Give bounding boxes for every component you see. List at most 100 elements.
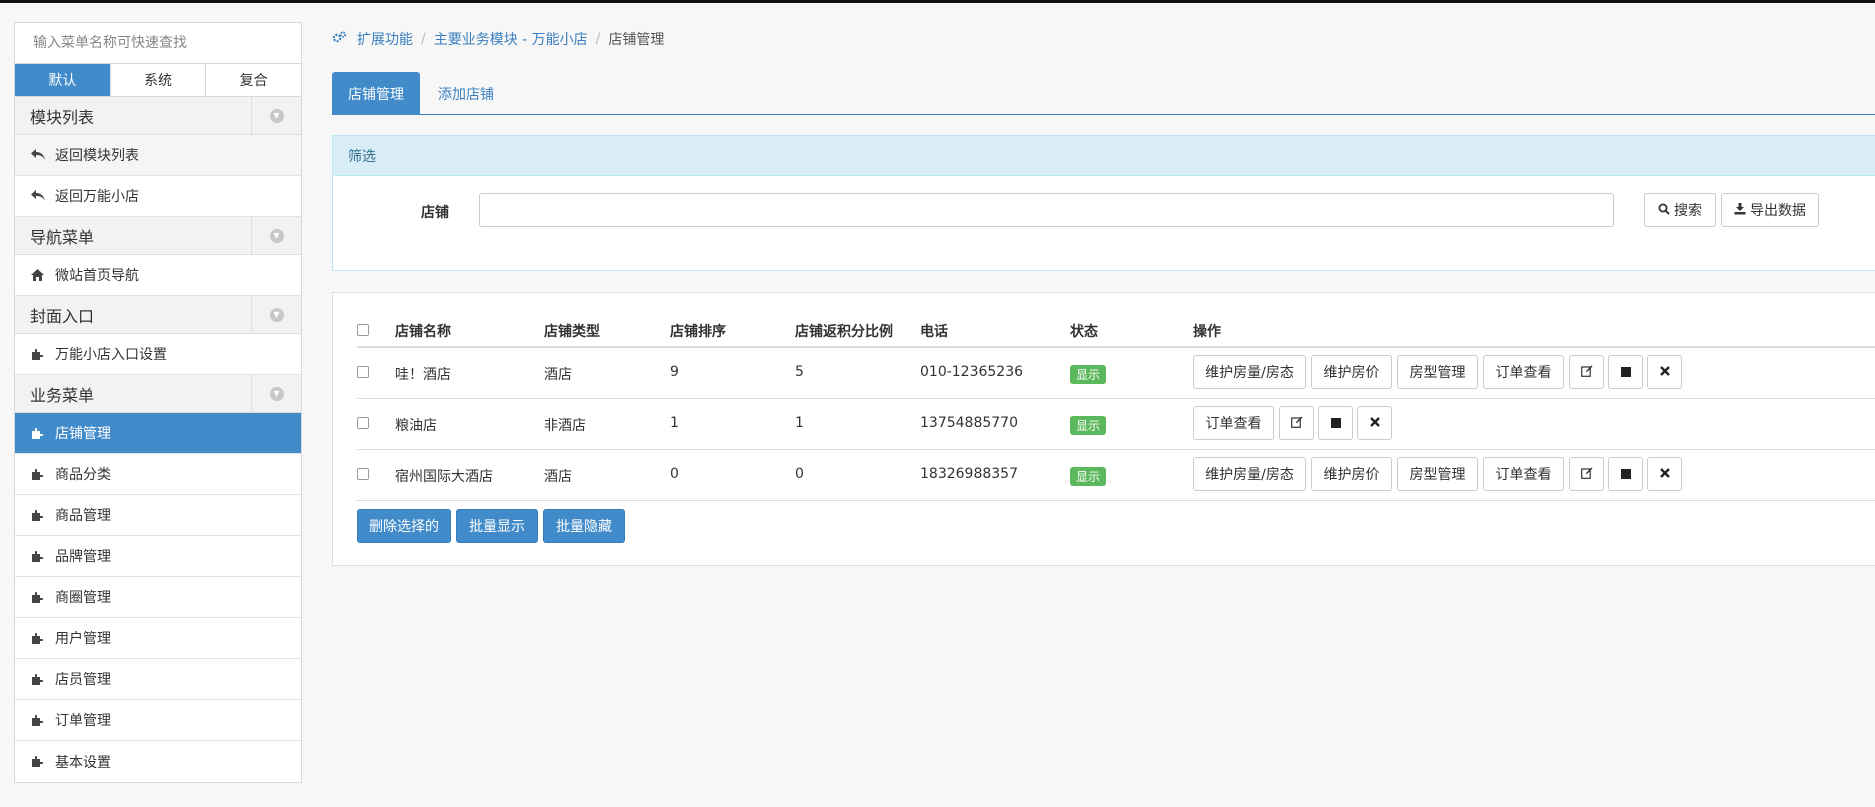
- column-header-phone: 电话: [920, 324, 948, 340]
- column-header-ratio: 店铺返积分比例: [795, 324, 893, 340]
- maintain-room-status-button[interactable]: 维护房量/房态: [1193, 457, 1306, 491]
- edit-icon: [1290, 416, 1303, 431]
- status-badge: 显示: [1070, 467, 1107, 486]
- sidebar-item-site-home-nav[interactable]: 微站首页导航: [15, 255, 301, 296]
- tab-shop-management[interactable]: 店铺管理: [332, 72, 420, 115]
- puzzle-icon: [31, 468, 55, 481]
- delete-button[interactable]: [1357, 406, 1392, 440]
- row-checkbox[interactable]: [357, 468, 369, 480]
- sidebar-item-label: 品牌管理: [55, 549, 111, 565]
- stop-icon: [1330, 418, 1341, 428]
- sidebar-item-label: 基本设置: [55, 754, 111, 771]
- breadcrumb-link-extensions[interactable]: 扩展功能: [357, 29, 413, 49]
- sidebar-item-label: 用户管理: [55, 631, 111, 647]
- breadcrumb-link-module[interactable]: 主要业务模块 - 万能小店: [434, 29, 588, 49]
- cell-shop-type: 酒店: [544, 367, 572, 383]
- chevron-down-icon: ▼: [269, 228, 284, 243]
- delete-button[interactable]: [1647, 457, 1682, 491]
- sidebar-item-shop-entry-settings[interactable]: 万能小店入口设置: [15, 334, 301, 375]
- column-header-name: 店铺名称: [395, 324, 451, 340]
- group-header-nav-menu[interactable]: 导航菜单 ▼: [15, 217, 301, 255]
- sidebar-item-back-shop[interactable]: 返回万能小店: [15, 176, 301, 217]
- sidebar-item-product-management[interactable]: 商品管理: [15, 495, 301, 536]
- group-toggle[interactable]: ▼: [251, 217, 301, 254]
- row-checkbox[interactable]: [357, 417, 369, 429]
- puzzle-icon: [31, 509, 55, 522]
- group-toggle[interactable]: ▼: [251, 375, 301, 412]
- maintain-room-price-button[interactable]: 维护房价: [1311, 457, 1392, 491]
- row-divider: [357, 398, 1875, 399]
- toggle-display-button[interactable]: [1608, 355, 1643, 389]
- row-checkbox[interactable]: [357, 366, 369, 378]
- group-header-business-menu[interactable]: 业务菜单 ▼: [15, 375, 301, 413]
- view-orders-button[interactable]: 订单查看: [1483, 355, 1564, 389]
- maintain-room-status-button[interactable]: 维护房量/房态: [1193, 355, 1306, 389]
- sidebar-item-clerk-management[interactable]: 店员管理: [15, 659, 301, 700]
- sidebar-item-district-management[interactable]: 商圈管理: [15, 577, 301, 618]
- sidebar-item-shop-management[interactable]: 店铺管理: [15, 413, 301, 454]
- chevron-down-icon: ▼: [269, 108, 284, 123]
- sidebar-item-label: 万能小店入口设置: [55, 347, 167, 363]
- delete-selected-button[interactable]: 删除选择的: [357, 509, 451, 543]
- sidebar-item-label: 微站首页导航: [55, 268, 139, 284]
- cogs-icon: [332, 30, 347, 48]
- mode-tab-system[interactable]: 系统: [111, 64, 207, 96]
- cell-shop-phone: 18326988357: [920, 466, 1018, 482]
- group-toggle[interactable]: ▼: [251, 97, 301, 134]
- close-icon: [1659, 365, 1670, 379]
- toggle-display-button[interactable]: [1318, 406, 1353, 440]
- edit-button[interactable]: [1569, 355, 1604, 389]
- group-toggle[interactable]: ▼: [251, 296, 301, 333]
- mode-tab-composite[interactable]: 复合: [206, 64, 301, 96]
- cell-shop-sort: 1: [670, 415, 679, 431]
- group-header-module-list[interactable]: 模块列表 ▼: [15, 97, 301, 135]
- edit-button[interactable]: [1569, 457, 1604, 491]
- export-button[interactable]: 导出数据: [1721, 193, 1819, 227]
- room-type-management-button[interactable]: 房型管理: [1397, 355, 1478, 389]
- row-divider: [357, 449, 1875, 450]
- edit-icon: [1580, 365, 1593, 380]
- cell-shop-name: 粮油店: [395, 418, 437, 434]
- menu-search-box: [15, 23, 301, 64]
- maintain-room-price-button[interactable]: 维护房价: [1311, 355, 1392, 389]
- row-divider: [357, 500, 1875, 501]
- view-orders-button[interactable]: 订单查看: [1193, 406, 1274, 440]
- mode-tab-default[interactable]: 默认: [15, 64, 111, 96]
- reply-icon: [31, 149, 55, 161]
- cell-shop-type: 非酒店: [544, 418, 586, 434]
- sidebar-item-basic-settings[interactable]: 基本设置: [15, 741, 301, 782]
- sidebar-item-label: 订单管理: [55, 713, 111, 729]
- search-button[interactable]: 搜索: [1644, 193, 1716, 227]
- bulk-hide-button[interactable]: 批量隐藏: [543, 509, 625, 543]
- bulk-show-button[interactable]: 批量显示: [456, 509, 538, 543]
- room-type-management-button[interactable]: 房型管理: [1397, 457, 1478, 491]
- cell-shop-ratio: 0: [795, 466, 804, 482]
- status-badge: 显示: [1070, 365, 1107, 384]
- stop-icon: [1620, 367, 1631, 377]
- group-header-cover-entry[interactable]: 封面入口 ▼: [15, 296, 301, 334]
- puzzle-icon: [31, 673, 55, 686]
- tab-add-shop[interactable]: 添加店铺: [438, 72, 494, 115]
- sidebar-item-user-management[interactable]: 用户管理: [15, 618, 301, 659]
- reply-icon: [31, 190, 55, 202]
- view-orders-button[interactable]: 订单查看: [1483, 457, 1564, 491]
- edit-button[interactable]: [1279, 406, 1314, 440]
- sidebar-item-label: 店铺管理: [55, 426, 111, 442]
- home-icon: [31, 269, 55, 281]
- toggle-display-button[interactable]: [1608, 457, 1643, 491]
- search-icon: [1658, 203, 1670, 218]
- menu-mode-tabs: 默认 系统 复合: [15, 64, 301, 97]
- sidebar-item-label: 返回万能小店: [55, 189, 139, 205]
- delete-button[interactable]: [1647, 355, 1682, 389]
- column-header-sort: 店铺排序: [670, 324, 726, 340]
- sidebar-item-brand-management[interactable]: 品牌管理: [15, 536, 301, 577]
- shop-table-panel: 店铺名称 店铺类型 店铺排序 店铺返积分比例 电话 状态 操作 哇！酒店 酒店 …: [332, 292, 1875, 566]
- sidebar-item-order-management[interactable]: 订单管理: [15, 700, 301, 741]
- filter-shop-input[interactable]: [479, 193, 1614, 227]
- page-tabs: 店铺管理 添加店铺: [332, 72, 1875, 115]
- menu-search-input[interactable]: [31, 34, 301, 52]
- sidebar-item-product-category[interactable]: 商品分类: [15, 454, 301, 495]
- sidebar-item-back-modules[interactable]: 返回模块列表: [15, 135, 301, 176]
- cell-shop-phone: 010-12365236: [920, 364, 1024, 380]
- select-all-checkbox[interactable]: [357, 324, 369, 336]
